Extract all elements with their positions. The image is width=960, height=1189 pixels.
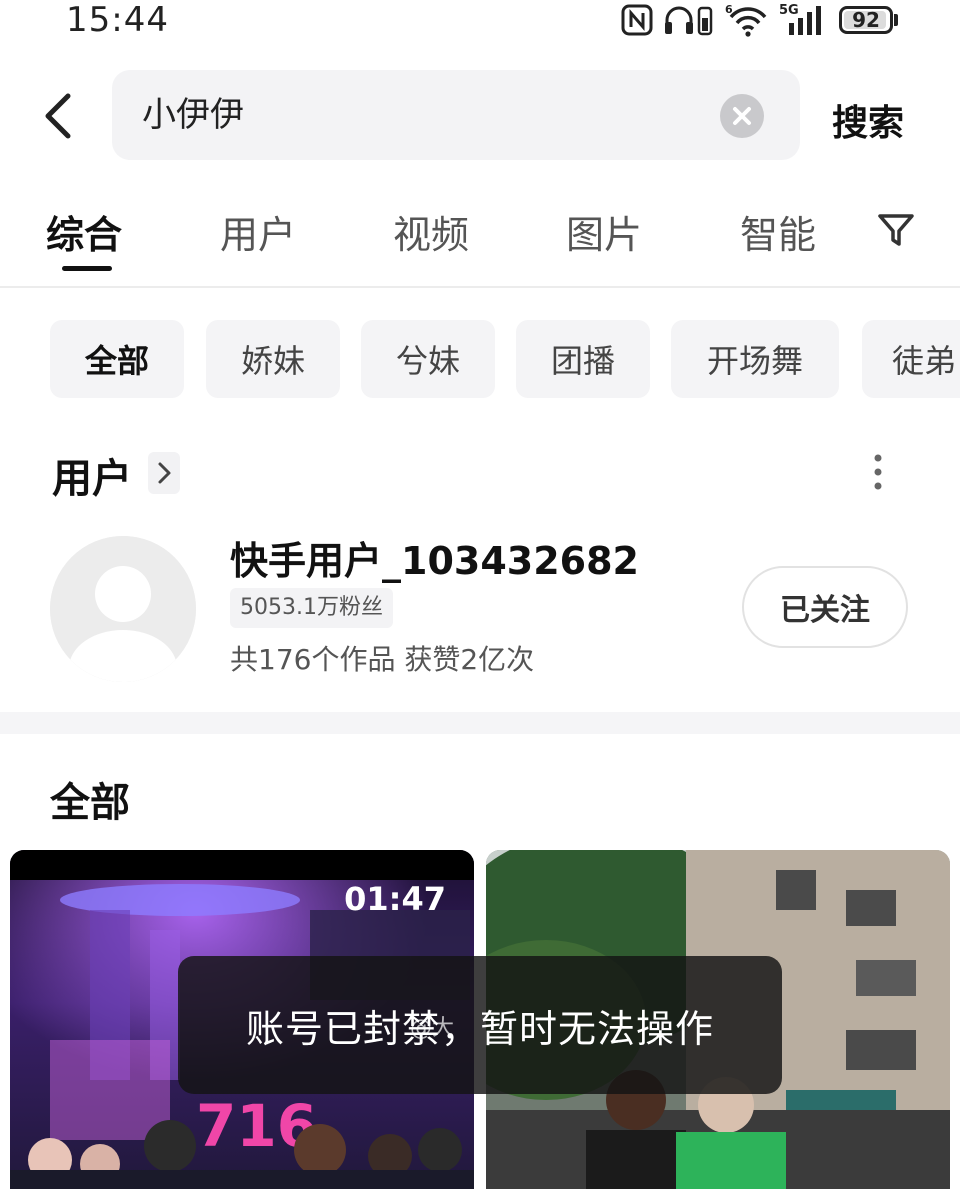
tab-all[interactable]: 综合 (46, 204, 122, 259)
chip-ximei[interactable]: 兮妹 (361, 320, 495, 398)
default-avatar-icon (50, 536, 196, 682)
toast-text: 账号已封禁，暂时无法操作 (245, 1006, 714, 1051)
users-section-title: 用户 (52, 456, 132, 502)
headset-battery-icon (665, 6, 713, 36)
video-duration: 01:47 (344, 880, 446, 918)
result-tabs: 综合 用户 视频 图片 智能 (0, 196, 960, 288)
more-vertical-icon (874, 454, 882, 490)
user-avatar[interactable] (50, 536, 196, 682)
battery-level: 92 (852, 8, 880, 32)
chip-all[interactable]: 全部 (50, 320, 184, 398)
section-divider (0, 712, 960, 734)
follow-button[interactable]: 已关注 (742, 566, 908, 648)
filter-button[interactable] (876, 210, 916, 250)
chip-tudi[interactable]: 徒弟 (862, 320, 960, 398)
user-name[interactable]: 快手用户_103432682 (230, 530, 639, 585)
filter-icon (878, 214, 914, 246)
back-button[interactable] (36, 88, 84, 144)
tab-images[interactable]: 图片 (566, 204, 642, 259)
chevron-right-icon (158, 462, 171, 484)
search-button[interactable]: 搜索 (832, 94, 904, 146)
status-time: 15:44 (66, 0, 169, 40)
battery-icon: 92 (839, 6, 898, 34)
search-input[interactable] (142, 70, 702, 160)
tab-smart[interactable]: 智能 (740, 204, 816, 259)
chip-kaichangwu[interactable]: 开场舞 (671, 320, 839, 398)
nfc-icon (621, 4, 653, 36)
users-more-button[interactable] (148, 452, 180, 494)
status-icons: 6 5G 92 (621, 2, 898, 38)
watermark: @大 (410, 1016, 455, 1041)
chevron-left-icon (45, 93, 71, 139)
fans-count-badge: 5053.1万粉丝 (230, 588, 393, 628)
all-section-title: 全部 (50, 780, 130, 826)
status-bar: 15:44 6 5G 92 (0, 0, 960, 44)
toast-message: 账号已封禁，暂时无法操作 (178, 956, 782, 1094)
search-box (112, 70, 800, 160)
tab-users[interactable]: 用户 (220, 204, 296, 259)
wifi-icon: 6 (725, 3, 767, 37)
user-stats: 共176个作品 获赞2亿次 (230, 643, 535, 676)
tab-videos[interactable]: 视频 (393, 204, 469, 259)
chip-jiaomei[interactable]: 娇妹 (206, 320, 340, 398)
chip-tuanbo[interactable]: 团播 (516, 320, 650, 398)
svg-text:5G: 5G (779, 3, 799, 18)
close-icon (733, 107, 751, 125)
more-options-button[interactable] (862, 452, 894, 494)
clear-search-button[interactable] (720, 94, 764, 138)
active-tab-indicator (62, 266, 112, 271)
filter-chips: 全部 娇妹 兮妹 团播 开场舞 徒弟 (0, 320, 960, 400)
signal-icon: 5G (779, 3, 821, 35)
